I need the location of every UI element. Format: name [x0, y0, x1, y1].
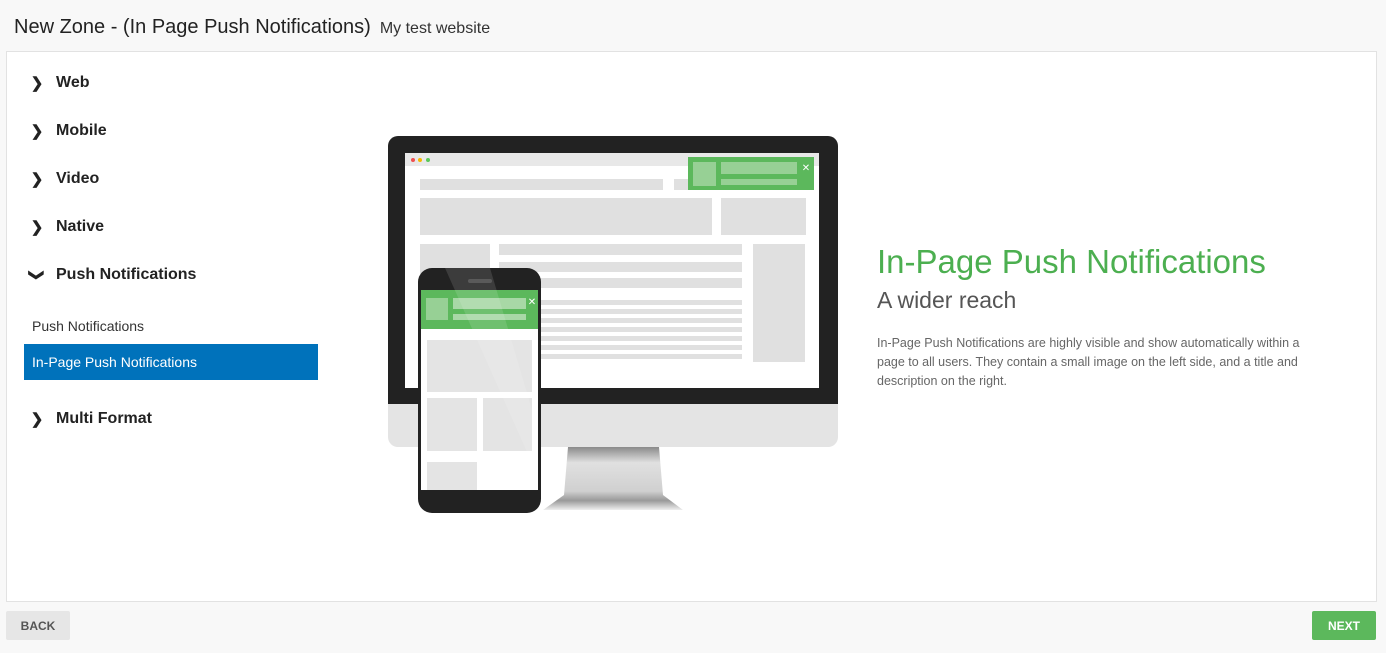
- category-label: Mobile: [56, 122, 107, 139]
- category-label: Video: [56, 170, 100, 187]
- page-subtitle: My test website: [379, 20, 491, 37]
- svg-text:✕: ✕: [802, 163, 810, 174]
- format-illustration: ✕ ✕: [388, 136, 838, 513]
- chevron-right-icon: ❯: [30, 411, 44, 428]
- sub-item-in-page-push-notifications[interactable]: In-Page Push Notifications: [24, 344, 318, 380]
- back-button[interactable]: BACK: [6, 611, 70, 640]
- category-native[interactable]: ❯ Native: [30, 218, 104, 236]
- category-web[interactable]: ❯ Web: [30, 74, 90, 92]
- next-button[interactable]: NEXT: [1312, 611, 1376, 640]
- format-description: In-Page Push Notifications are highly vi…: [877, 336, 1300, 388]
- chevron-right-icon: ❯: [30, 123, 44, 140]
- category-video[interactable]: ❯ Video: [30, 170, 100, 188]
- chevron-down-icon: ❯: [28, 268, 45, 282]
- format-title: In-Page Push Notifications: [877, 243, 1266, 280]
- category-label: Native: [56, 218, 105, 235]
- format-info: In-Page Push Notifications A wider reach…: [877, 243, 1327, 391]
- page-title: New Zone - (In Page Push Notifications): [14, 16, 371, 38]
- phone-icon: ✕: [418, 268, 541, 513]
- category-label: Multi Format: [56, 410, 152, 427]
- sub-item-push-notifications[interactable]: Push Notifications: [24, 308, 318, 344]
- format-subtitle: A wider reach: [877, 287, 1017, 313]
- category-multi-format[interactable]: ❯ Multi Format: [30, 410, 152, 428]
- category-mobile[interactable]: ❯ Mobile: [30, 122, 107, 140]
- chevron-right-icon: ❯: [30, 75, 44, 92]
- category-label: Web: [56, 74, 90, 91]
- category-push-notifications[interactable]: ❯ Push Notifications: [28, 266, 197, 284]
- chevron-right-icon: ❯: [30, 219, 44, 236]
- chevron-right-icon: ❯: [30, 171, 44, 188]
- svg-text:✕: ✕: [528, 297, 536, 308]
- page-header: New Zone - (In Page Push Notifications) …: [14, 16, 490, 39]
- category-label: Push Notifications: [56, 266, 197, 283]
